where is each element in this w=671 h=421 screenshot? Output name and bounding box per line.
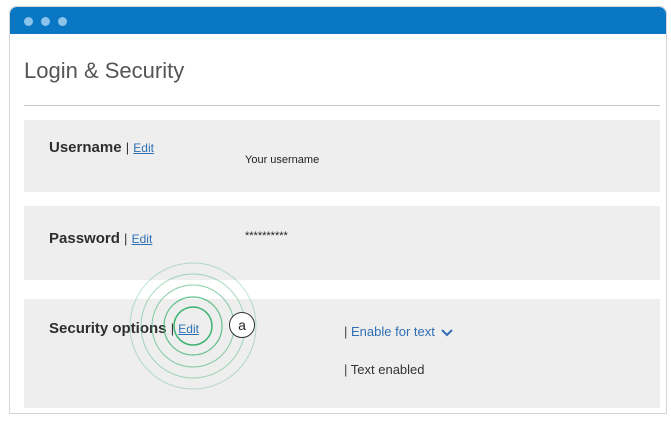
browser-window: Login & Security Username | Edit Your us… (9, 6, 667, 414)
enable-for-text-label[interactable]: Enable for text (351, 324, 435, 339)
username-label-row: Username | Edit (49, 139, 154, 156)
username-edit-link[interactable]: Edit (133, 141, 154, 155)
page-title: Login & Security (24, 58, 185, 83)
username-separator: | (125, 140, 130, 155)
username-value: Your username (245, 154, 320, 166)
password-edit-link[interactable]: Edit (132, 232, 153, 246)
password-label-row: Password | Edit (49, 230, 152, 247)
window-titlebar (10, 7, 666, 34)
password-separator: | (124, 231, 128, 246)
username-label: Username (49, 139, 122, 156)
security-separator: | (170, 321, 175, 336)
option-separator: | (344, 324, 348, 339)
password-label: Password (49, 230, 120, 247)
security-options-label: Security options (49, 320, 167, 337)
callout-marker: a (229, 312, 255, 338)
window-dot-3 (58, 17, 67, 26)
chevron-down-icon[interactable] (441, 328, 454, 337)
enable-for-text-dropdown[interactable]: | Enable for text (344, 324, 454, 339)
security-options-card: Security options | Edit | Enable for tex… (24, 299, 660, 408)
text-enabled-status: | Text enabled (344, 362, 425, 377)
password-card: Password | Edit ********** (24, 206, 660, 280)
security-edit-link[interactable]: Edit (178, 322, 199, 336)
status-separator: | (344, 362, 348, 377)
title-divider (24, 105, 660, 106)
password-value: ********** (245, 230, 288, 242)
window-dot-2 (41, 17, 50, 26)
window-dot-1 (24, 17, 33, 26)
text-enabled-label: Text enabled (350, 362, 425, 377)
username-card: Username | Edit Your username (24, 120, 660, 192)
security-label-row: Security options | Edit (49, 320, 199, 337)
